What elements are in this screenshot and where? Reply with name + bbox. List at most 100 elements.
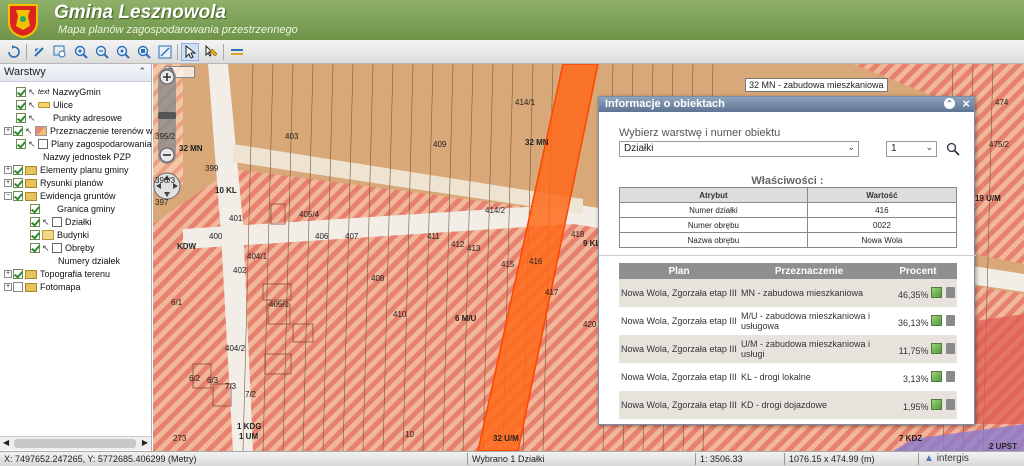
object-number-value: 1 [891,143,897,154]
show-plan-map-icon[interactable] [931,398,942,410]
expand-icon[interactable]: + [4,166,12,174]
polygon-layer-symbol [38,139,48,149]
table-row: Nowa Wola, Zgorzała etap III MN - zabudo… [619,279,957,307]
document-icon[interactable] [946,286,955,298]
scroll-right-icon[interactable]: ▶ [142,438,148,447]
plan-percent-cell: 46,35% [879,279,957,307]
find-object-icon[interactable] [946,142,960,156]
plans-table: Plan Przeznaczenie Procent Nowa Wola, Zg… [619,263,957,419]
layer-checkbox[interactable] [13,165,23,175]
refresh-map-icon[interactable] [5,43,23,61]
layer-row-nazwy-jednostek[interactable]: Nazwy jednostek PZP [43,151,131,163]
layer-checkbox[interactable] [30,230,40,240]
zoom-in-icon[interactable] [72,43,90,61]
layer-row-fotomapa[interactable]: + Fotomapa [4,281,81,293]
layer-checkbox[interactable] [16,100,26,110]
document-icon[interactable] [946,370,955,382]
plan-percent: 46,35% [897,289,929,300]
layer-checkbox[interactable] [16,139,26,149]
layer-row-punkty[interactable]: ↖ Punkty adresowe [16,112,122,124]
zoom-extent-icon[interactable] [114,43,132,61]
polygon-layer-symbol [42,230,54,240]
layer-checkbox[interactable] [30,217,40,227]
object-number-select[interactable]: 1 ⌄ [886,141,937,157]
plan-percent: 36,13% [897,317,929,328]
select-pointer-icon[interactable] [181,43,199,61]
full-extent-icon[interactable] [156,43,174,61]
scroll-left-icon[interactable]: ◀ [3,438,9,447]
layer-row-dzialki[interactable]: ↖ Działki [30,216,92,228]
layer-checkbox[interactable] [16,113,26,123]
collapse-icon[interactable]: − [4,192,12,200]
layer-select[interactable]: Działki ⌄ [619,141,859,157]
identify-info-icon[interactable] [202,43,220,61]
map-label: 396/3 [155,176,176,185]
show-plan-map-icon[interactable] [931,314,942,326]
zoom-out-icon[interactable] [93,43,111,61]
plan-name: Nowa Wola, Zgorzała etap III [619,279,739,307]
app-header: Gmina Lesznowola Mapa planów zagospodaro… [0,0,1024,40]
layer-checkbox[interactable] [30,204,40,214]
selectable-cursor-icon: ↖ [28,112,36,123]
layer-row-przeznaczenie[interactable]: + ↖ Przeznaczenie terenów w [4,125,153,137]
layer-checkbox[interactable] [13,269,23,279]
line-layer-symbol [38,102,50,108]
scrollbar-thumb[interactable] [14,439,136,448]
zoom-window-icon[interactable] [51,43,69,61]
brand-logo: ▲ intergis [924,453,969,464]
attribute-value: 416 [806,202,958,218]
layers-horizontal-scrollbar[interactable]: ◀ ▶ [0,436,151,450]
table-row: Nowa Wola, Zgorzała etap III M/U - zabud… [619,307,957,335]
expand-icon[interactable]: + [4,127,12,135]
map-label: 408 [371,274,385,283]
layer-row-plany[interactable]: ↖ Plany zagospodarowania [16,138,152,150]
map-label: 10 KL [215,186,237,195]
layer-row-rysunki[interactable]: + Rysunki planów [4,177,103,189]
layer-row-obreby[interactable]: ↖ Obręby [30,242,95,254]
map-label: 7/3 [225,382,237,391]
map-label: 32 U/M [493,434,519,443]
map-label: 2 UPST [989,442,1018,451]
show-plan-map-icon[interactable] [931,286,942,298]
zoom-selection-icon[interactable] [135,43,153,61]
layer-row-numery[interactable]: Numery działek [58,255,120,267]
layer-select-value: Działki [624,143,654,154]
layer-row-budynki[interactable]: Budynki [30,229,89,241]
layer-row-granica[interactable]: Granica gminy [30,203,115,215]
show-plan-map-icon[interactable] [931,370,942,382]
layer-label: Topografia terenu [40,269,111,279]
layer-row-nazwygmin[interactable]: ↖ text NazwyGmin [16,86,101,98]
map-label: 7/2 [245,390,257,399]
document-icon[interactable] [946,342,955,354]
expand-icon[interactable]: + [4,179,12,187]
table-row: Numer działki 416 [619,202,958,218]
minimize-icon[interactable]: ⌃ [944,98,955,109]
layer-checkbox[interactable] [13,191,23,201]
info-window-titlebar[interactable]: Informacje o obiektach ⌃ × [599,96,974,112]
expand-icon[interactable]: + [4,270,12,278]
layer-checkbox[interactable] [13,178,23,188]
map-extent: 1076.15 x 474.99 (m) [789,454,875,464]
collapse-panel-icon[interactable]: ⌃ [138,66,146,77]
expand-icon[interactable]: + [4,283,12,291]
layer-row-topografia[interactable]: + Topografia terenu [4,268,110,280]
document-icon[interactable] [946,314,955,326]
layer-checkbox[interactable] [13,126,23,136]
divider [599,255,976,256]
close-icon[interactable]: × [962,96,970,111]
zoom-previous-icon[interactable] [30,43,48,61]
document-icon[interactable] [946,398,955,410]
layer-checkbox[interactable] [30,243,40,253]
map-label: 273 [173,434,187,443]
layer-checkbox[interactable] [16,87,26,97]
layer-row-elementy[interactable]: + Elementy planu gminy [4,164,129,176]
plan-percent-cell: 1,95% [879,391,957,419]
layer-row-ewidencja[interactable]: − Ewidencja gruntów [4,190,116,202]
map-label: 397 [155,198,169,207]
selectable-cursor-icon: ↖ [28,86,36,97]
layer-checkbox[interactable] [13,282,23,292]
legend-icon[interactable] [228,43,246,61]
map-label: 407 [345,232,359,241]
show-plan-map-icon[interactable] [931,342,942,354]
layer-row-ulice[interactable]: ↖ Ulice [16,99,73,111]
